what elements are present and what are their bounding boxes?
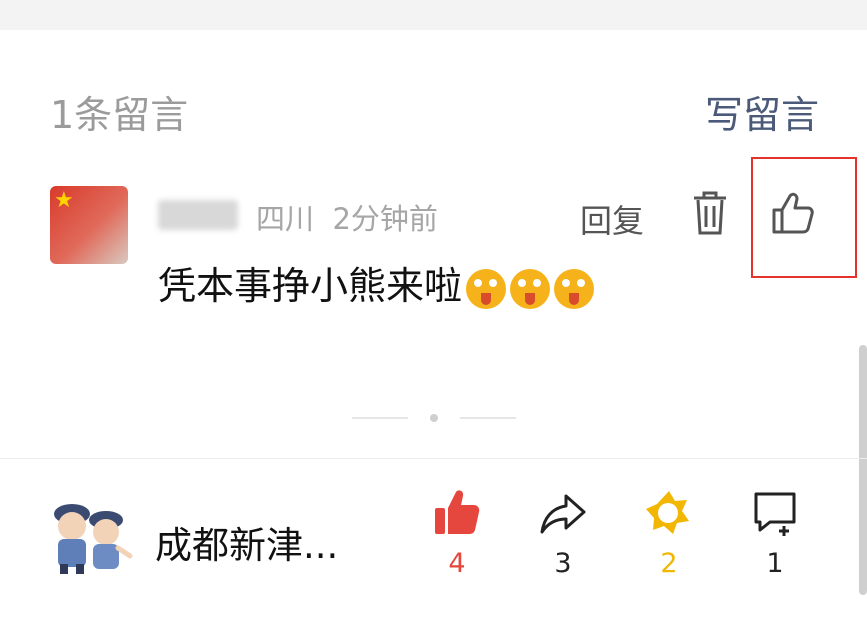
comment-time: 2分钟前 <box>332 202 438 236</box>
reply-button[interactable]: 回复 <box>580 196 644 242</box>
police-mascot-logo <box>54 504 133 574</box>
comment-add-icon <box>754 492 796 536</box>
username-blurred[interactable] <box>158 200 238 230</box>
flag-star-icon: ★ <box>54 188 74 213</box>
star-badge-icon <box>646 491 689 534</box>
source-name[interactable]: 成都新津... <box>155 515 338 569</box>
top-band <box>0 0 867 30</box>
scrollbar[interactable] <box>859 345 867 595</box>
avatar[interactable]: ★ <box>50 186 128 264</box>
thumbs-up-filled-icon <box>435 490 480 534</box>
comment-content: 凭本事挣小熊来啦 <box>158 255 595 310</box>
share-action[interactable]: 3 <box>533 488 593 579</box>
like-action[interactable]: 4 <box>427 488 487 579</box>
comment-meta: 四川 2分钟前 <box>256 196 438 238</box>
wow-count: 2 <box>660 548 678 579</box>
comment-location: 四川 <box>256 202 315 236</box>
trash-icon[interactable] <box>690 190 730 236</box>
divider <box>0 458 867 459</box>
share-count: 3 <box>554 548 572 579</box>
comment-count: 1条留言 <box>50 93 189 137</box>
wow-action[interactable]: 2 <box>639 488 699 579</box>
emoji-icon <box>554 268 595 309</box>
comment-action[interactable]: 1 <box>745 488 805 579</box>
emoji-icon <box>466 268 507 309</box>
like-count: 4 <box>448 548 466 579</box>
like-highlight-box <box>751 157 857 278</box>
comment-count-footer: 1 <box>766 548 784 579</box>
write-comment-button[interactable]: 写留言 <box>705 84 819 139</box>
emoji-icon <box>510 268 551 309</box>
comment-text: 凭本事挣小熊来啦 <box>158 264 463 308</box>
pager-indicator <box>352 413 517 423</box>
share-arrow-icon <box>540 494 586 534</box>
